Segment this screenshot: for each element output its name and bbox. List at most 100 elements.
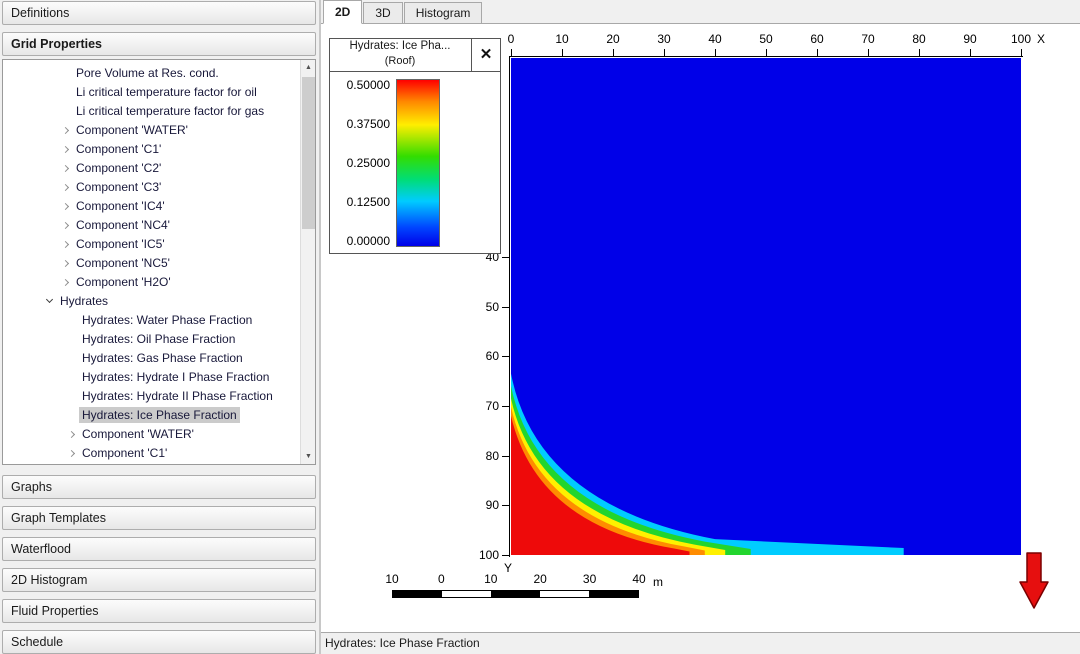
- down-arrow-marker-icon: [1019, 552, 1049, 609]
- tree-item-component-h2o[interactable]: Component 'H2O': [3, 273, 299, 292]
- tree-item-label: Component 'NC4': [76, 218, 170, 232]
- color-legend[interactable]: Hydrates: Ice Pha... (Roof) ✕ 0.50000 0.3…: [329, 38, 501, 254]
- tree-item-component-water[interactable]: Component 'WATER': [3, 121, 299, 140]
- tree-item-component-nc5[interactable]: Component 'NC5': [3, 254, 299, 273]
- chevron-right-icon: [67, 430, 75, 439]
- tree-item-label: Hydrates: Hydrate II Phase Fraction: [82, 389, 273, 403]
- scroll-up-icon[interactable]: ▲: [301, 60, 315, 75]
- expand-arrow-icon[interactable]: [63, 425, 79, 444]
- tab-2d[interactable]: 2D: [323, 0, 363, 24]
- y-axis-tick: [502, 555, 509, 556]
- scrollbar-thumb[interactable]: [302, 77, 315, 229]
- y-axis-tick-label: 60: [485, 349, 499, 364]
- tree-item-component-c1[interactable]: Component 'C1': [3, 444, 299, 463]
- legend-subtitle: (Roof): [384, 55, 416, 67]
- sidebar-section-2d-histogram[interactable]: 2D Histogram: [2, 568, 316, 592]
- tree-item-hydrates-oil-phase-fraction[interactable]: Hydrates: Oil Phase Fraction: [3, 330, 299, 349]
- heatmap-field[interactable]: [511, 58, 1021, 555]
- legend-title: Hydrates: Ice Pha...: [349, 40, 451, 52]
- y-axis-tick-label: 50: [485, 299, 499, 314]
- y-axis-tick-label: 80: [485, 448, 499, 463]
- x-axis-tick-label: 70: [861, 32, 875, 46]
- scale-bar-label: 0: [438, 572, 445, 586]
- tree-item-pore-volume-at-res-cond[interactable]: Pore Volume at Res. cond.: [3, 64, 299, 83]
- sidebar-section-definitions[interactable]: Definitions: [2, 1, 316, 25]
- expand-arrow-icon[interactable]: [57, 197, 73, 216]
- tree-item-component-ic4[interactable]: Component 'IC4': [3, 197, 299, 216]
- scale-bar-label: 10: [484, 572, 498, 586]
- scale-bar-label: 40: [632, 572, 646, 586]
- tree-item-hydrates-water-phase-fraction[interactable]: Hydrates: Water Phase Fraction: [3, 311, 299, 330]
- tab-3d[interactable]: 3D: [363, 2, 403, 23]
- legend-titles: Hydrates: Ice Pha... (Roof): [330, 39, 470, 68]
- tree-item-label: Component 'C1': [82, 446, 168, 460]
- tree-item-label: Component 'IC5': [76, 237, 165, 251]
- expand-arrow-icon[interactable]: [57, 140, 73, 159]
- chevron-right-icon: [61, 164, 69, 173]
- expand-arrow-icon[interactable]: [57, 235, 73, 254]
- close-icon[interactable]: ✕: [471, 39, 500, 71]
- x-axis-line: [509, 56, 1023, 57]
- x-axis-tick: [511, 49, 512, 56]
- status-bar-text: Hydrates: Ice Phase Fraction: [325, 636, 480, 650]
- expand-arrow-icon[interactable]: [57, 216, 73, 235]
- tree-item-component-water[interactable]: Component 'WATER': [3, 425, 299, 444]
- legend-body: 0.50000 0.37500 0.25000 0.12500 0.00000: [330, 72, 500, 254]
- scroll-down-icon[interactable]: ▼: [301, 449, 315, 464]
- chevron-right-icon: [61, 240, 69, 249]
- chevron-right-icon: [61, 145, 69, 154]
- scale-bar-segment: [393, 591, 442, 597]
- tree-item-hydrates-hydrate-i-phase-fraction[interactable]: Hydrates: Hydrate I Phase Fraction: [3, 368, 299, 387]
- x-axis-tick-label: 40: [708, 32, 722, 46]
- x-axis-tick-label: 0: [507, 32, 515, 46]
- tree-item-li-critical-temperature-factor-for-gas[interactable]: Li critical temperature factor for gas: [3, 102, 299, 121]
- tree-item-label: Component 'IC4': [76, 199, 165, 213]
- expand-arrow-icon[interactable]: [57, 273, 73, 292]
- tree-item-label: Li critical temperature factor for oil: [76, 85, 257, 99]
- legend-tick-label: 0.12500: [346, 195, 390, 209]
- expand-arrow-icon[interactable]: [57, 121, 73, 140]
- tree-item-hydrates-hydrate-ii-phase-fraction[interactable]: Hydrates: Hydrate II Phase Fraction: [3, 387, 299, 406]
- tree-item-label: Component 'C3': [76, 180, 162, 194]
- tree-item-component-ic5[interactable]: Component 'IC5': [3, 235, 299, 254]
- tree-item-li-critical-temperature-factor-for-oil[interactable]: Li critical temperature factor for oil: [3, 83, 299, 102]
- scale-bar-segment: [589, 591, 638, 597]
- sidebar-section-grid-properties[interactable]: Grid Properties: [2, 32, 316, 56]
- y-axis-tick: [502, 256, 509, 258]
- tree-item-hydrates[interactable]: Hydrates: [3, 292, 299, 311]
- y-axis-tick-label: 70: [485, 398, 499, 413]
- expand-arrow-icon[interactable]: [41, 292, 57, 311]
- sidebar-section-schedule[interactable]: Schedule: [2, 630, 316, 654]
- y-axis-tick-label: 100: [478, 548, 499, 562]
- view-tabbar: 2D 3D Histogram: [321, 0, 1080, 24]
- tree-item-hydrates-gas-phase-fraction[interactable]: Hydrates: Gas Phase Fraction: [3, 349, 299, 368]
- x-axis-tick: [817, 49, 818, 56]
- sidebar-section-graphs[interactable]: Graphs: [2, 475, 316, 499]
- tree-item-component-c3[interactable]: Component 'C3': [3, 178, 299, 197]
- tab-histogram[interactable]: Histogram: [403, 2, 483, 23]
- sidebar-section-graph-templates[interactable]: Graph Templates: [2, 506, 316, 530]
- expand-arrow-icon[interactable]: [57, 254, 73, 273]
- tree-scrollbar[interactable]: ▲ ▼: [300, 60, 315, 464]
- expand-arrow-icon[interactable]: [57, 178, 73, 197]
- tree-item-component-c2[interactable]: Component 'C2': [3, 159, 299, 178]
- x-axis-tick: [613, 49, 614, 56]
- expand-arrow-icon[interactable]: [57, 159, 73, 178]
- sidebar-section-fluid-properties[interactable]: Fluid Properties: [2, 599, 316, 623]
- x-axis-tick-label: 80: [912, 32, 926, 46]
- tree-item-component-c1[interactable]: Component 'C1': [3, 140, 299, 159]
- tree-item-component-nc4[interactable]: Component 'NC4': [3, 216, 299, 235]
- x-axis-tick-label: 30: [657, 32, 671, 46]
- x-axis-tick: [970, 49, 971, 56]
- sidebar-section-waterflood[interactable]: Waterflood: [2, 537, 316, 561]
- expand-arrow-icon[interactable]: [63, 444, 79, 463]
- tree-item-label: Component 'C1': [76, 142, 162, 156]
- tree-item-hydrates-ice-phase-fraction[interactable]: Hydrates: Ice Phase Fraction: [3, 406, 299, 425]
- y-axis-tick-label: 90: [485, 498, 499, 513]
- chevron-right-icon: [61, 126, 69, 135]
- tree-item-label: Hydrates: Hydrate I Phase Fraction: [82, 370, 270, 384]
- legend-tick-label: 0.25000: [346, 156, 390, 170]
- chevron-right-icon: [61, 202, 69, 211]
- x-axis-tick: [919, 49, 920, 56]
- tree-item-label: Hydrates: Gas Phase Fraction: [82, 351, 243, 365]
